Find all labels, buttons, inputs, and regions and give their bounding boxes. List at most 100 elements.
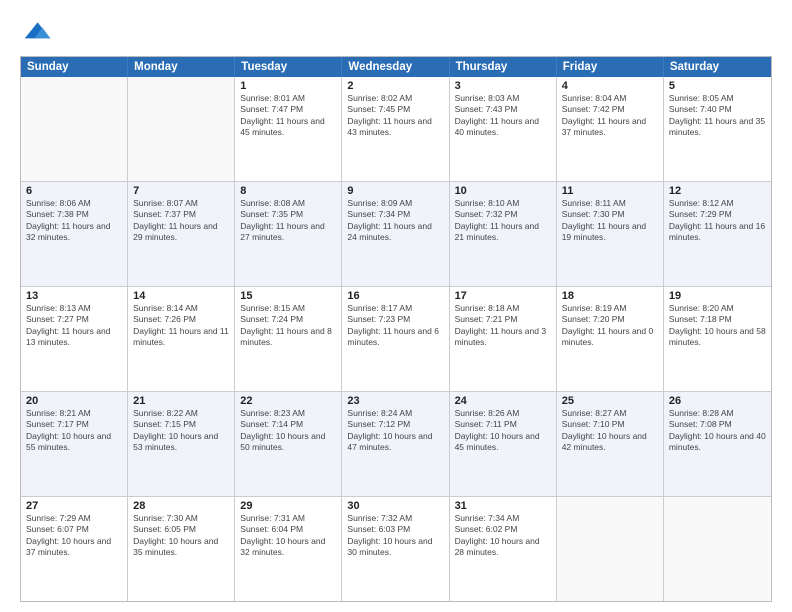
day-info: Sunrise: 7:32 AM Sunset: 6:03 PM Dayligh… xyxy=(347,513,443,559)
calendar-cell: 2Sunrise: 8:02 AM Sunset: 7:45 PM Daylig… xyxy=(342,77,449,181)
calendar-cell: 23Sunrise: 8:24 AM Sunset: 7:12 PM Dayli… xyxy=(342,392,449,496)
calendar: SundayMondayTuesdayWednesdayThursdayFrid… xyxy=(20,56,772,602)
day-number: 18 xyxy=(562,290,658,302)
day-info: Sunrise: 8:12 AM Sunset: 7:29 PM Dayligh… xyxy=(669,198,766,244)
day-number: 23 xyxy=(347,395,443,407)
calendar-cell: 19Sunrise: 8:20 AM Sunset: 7:18 PM Dayli… xyxy=(664,287,771,391)
calendar-week: 13Sunrise: 8:13 AM Sunset: 7:27 PM Dayli… xyxy=(21,286,771,391)
day-info: Sunrise: 8:15 AM Sunset: 7:24 PM Dayligh… xyxy=(240,303,336,349)
day-number: 29 xyxy=(240,500,336,512)
calendar-cell: 6Sunrise: 8:06 AM Sunset: 7:38 PM Daylig… xyxy=(21,182,128,286)
calendar-cell: 1Sunrise: 8:01 AM Sunset: 7:47 PM Daylig… xyxy=(235,77,342,181)
calendar-cell xyxy=(664,497,771,601)
day-number: 28 xyxy=(133,500,229,512)
calendar-day-header: Friday xyxy=(557,57,664,77)
day-info: Sunrise: 7:30 AM Sunset: 6:05 PM Dayligh… xyxy=(133,513,229,559)
day-number: 19 xyxy=(669,290,766,302)
day-number: 15 xyxy=(240,290,336,302)
day-number: 27 xyxy=(26,500,122,512)
calendar-header: SundayMondayTuesdayWednesdayThursdayFrid… xyxy=(21,57,771,77)
day-info: Sunrise: 8:20 AM Sunset: 7:18 PM Dayligh… xyxy=(669,303,766,349)
day-info: Sunrise: 8:23 AM Sunset: 7:14 PM Dayligh… xyxy=(240,408,336,454)
calendar-cell: 4Sunrise: 8:04 AM Sunset: 7:42 PM Daylig… xyxy=(557,77,664,181)
calendar-cell xyxy=(21,77,128,181)
calendar-cell: 25Sunrise: 8:27 AM Sunset: 7:10 PM Dayli… xyxy=(557,392,664,496)
calendar-cell: 8Sunrise: 8:08 AM Sunset: 7:35 PM Daylig… xyxy=(235,182,342,286)
calendar-cell: 28Sunrise: 7:30 AM Sunset: 6:05 PM Dayli… xyxy=(128,497,235,601)
day-info: Sunrise: 8:24 AM Sunset: 7:12 PM Dayligh… xyxy=(347,408,443,454)
calendar-body: 1Sunrise: 8:01 AM Sunset: 7:47 PM Daylig… xyxy=(21,77,771,601)
calendar-cell: 11Sunrise: 8:11 AM Sunset: 7:30 PM Dayli… xyxy=(557,182,664,286)
calendar-week: 27Sunrise: 7:29 AM Sunset: 6:07 PM Dayli… xyxy=(21,496,771,601)
day-number: 21 xyxy=(133,395,229,407)
day-info: Sunrise: 8:09 AM Sunset: 7:34 PM Dayligh… xyxy=(347,198,443,244)
day-number: 13 xyxy=(26,290,122,302)
day-number: 3 xyxy=(455,80,551,92)
calendar-cell: 26Sunrise: 8:28 AM Sunset: 7:08 PM Dayli… xyxy=(664,392,771,496)
day-info: Sunrise: 8:10 AM Sunset: 7:32 PM Dayligh… xyxy=(455,198,551,244)
day-number: 2 xyxy=(347,80,443,92)
day-number: 11 xyxy=(562,185,658,197)
day-info: Sunrise: 8:01 AM Sunset: 7:47 PM Dayligh… xyxy=(240,93,336,139)
day-number: 17 xyxy=(455,290,551,302)
day-info: Sunrise: 8:04 AM Sunset: 7:42 PM Dayligh… xyxy=(562,93,658,139)
day-number: 7 xyxy=(133,185,229,197)
calendar-cell: 31Sunrise: 7:34 AM Sunset: 6:02 PM Dayli… xyxy=(450,497,557,601)
page-header xyxy=(20,16,772,48)
day-info: Sunrise: 8:21 AM Sunset: 7:17 PM Dayligh… xyxy=(26,408,122,454)
day-number: 8 xyxy=(240,185,336,197)
calendar-day-header: Sunday xyxy=(21,57,128,77)
calendar-cell: 13Sunrise: 8:13 AM Sunset: 7:27 PM Dayli… xyxy=(21,287,128,391)
calendar-cell: 14Sunrise: 8:14 AM Sunset: 7:26 PM Dayli… xyxy=(128,287,235,391)
day-info: Sunrise: 8:18 AM Sunset: 7:21 PM Dayligh… xyxy=(455,303,551,349)
calendar-cell: 18Sunrise: 8:19 AM Sunset: 7:20 PM Dayli… xyxy=(557,287,664,391)
day-info: Sunrise: 8:11 AM Sunset: 7:30 PM Dayligh… xyxy=(562,198,658,244)
calendar-cell: 10Sunrise: 8:10 AM Sunset: 7:32 PM Dayli… xyxy=(450,182,557,286)
calendar-cell: 27Sunrise: 7:29 AM Sunset: 6:07 PM Dayli… xyxy=(21,497,128,601)
day-info: Sunrise: 8:28 AM Sunset: 7:08 PM Dayligh… xyxy=(669,408,766,454)
day-number: 5 xyxy=(669,80,766,92)
calendar-cell: 9Sunrise: 8:09 AM Sunset: 7:34 PM Daylig… xyxy=(342,182,449,286)
day-number: 16 xyxy=(347,290,443,302)
day-info: Sunrise: 8:27 AM Sunset: 7:10 PM Dayligh… xyxy=(562,408,658,454)
day-number: 31 xyxy=(455,500,551,512)
day-info: Sunrise: 8:22 AM Sunset: 7:15 PM Dayligh… xyxy=(133,408,229,454)
calendar-week: 20Sunrise: 8:21 AM Sunset: 7:17 PM Dayli… xyxy=(21,391,771,496)
day-number: 9 xyxy=(347,185,443,197)
day-number: 24 xyxy=(455,395,551,407)
day-info: Sunrise: 8:08 AM Sunset: 7:35 PM Dayligh… xyxy=(240,198,336,244)
calendar-cell: 21Sunrise: 8:22 AM Sunset: 7:15 PM Dayli… xyxy=(128,392,235,496)
day-number: 20 xyxy=(26,395,122,407)
day-info: Sunrise: 7:29 AM Sunset: 6:07 PM Dayligh… xyxy=(26,513,122,559)
calendar-week: 6Sunrise: 8:06 AM Sunset: 7:38 PM Daylig… xyxy=(21,181,771,286)
day-number: 4 xyxy=(562,80,658,92)
logo xyxy=(20,16,56,48)
day-info: Sunrise: 8:17 AM Sunset: 7:23 PM Dayligh… xyxy=(347,303,443,349)
day-number: 10 xyxy=(455,185,551,197)
calendar-cell: 30Sunrise: 7:32 AM Sunset: 6:03 PM Dayli… xyxy=(342,497,449,601)
calendar-cell: 15Sunrise: 8:15 AM Sunset: 7:24 PM Dayli… xyxy=(235,287,342,391)
calendar-cell: 7Sunrise: 8:07 AM Sunset: 7:37 PM Daylig… xyxy=(128,182,235,286)
day-number: 25 xyxy=(562,395,658,407)
day-number: 22 xyxy=(240,395,336,407)
day-number: 6 xyxy=(26,185,122,197)
calendar-cell: 16Sunrise: 8:17 AM Sunset: 7:23 PM Dayli… xyxy=(342,287,449,391)
calendar-cell: 17Sunrise: 8:18 AM Sunset: 7:21 PM Dayli… xyxy=(450,287,557,391)
day-info: Sunrise: 8:03 AM Sunset: 7:43 PM Dayligh… xyxy=(455,93,551,139)
day-number: 30 xyxy=(347,500,443,512)
calendar-cell xyxy=(128,77,235,181)
day-number: 12 xyxy=(669,185,766,197)
calendar-cell: 29Sunrise: 7:31 AM Sunset: 6:04 PM Dayli… xyxy=(235,497,342,601)
day-number: 26 xyxy=(669,395,766,407)
calendar-cell: 24Sunrise: 8:26 AM Sunset: 7:11 PM Dayli… xyxy=(450,392,557,496)
day-number: 1 xyxy=(240,80,336,92)
calendar-cell xyxy=(557,497,664,601)
day-info: Sunrise: 8:06 AM Sunset: 7:38 PM Dayligh… xyxy=(26,198,122,244)
day-info: Sunrise: 8:02 AM Sunset: 7:45 PM Dayligh… xyxy=(347,93,443,139)
logo-icon xyxy=(20,16,52,48)
calendar-cell: 22Sunrise: 8:23 AM Sunset: 7:14 PM Dayli… xyxy=(235,392,342,496)
day-info: Sunrise: 8:26 AM Sunset: 7:11 PM Dayligh… xyxy=(455,408,551,454)
calendar-cell: 5Sunrise: 8:05 AM Sunset: 7:40 PM Daylig… xyxy=(664,77,771,181)
day-info: Sunrise: 8:07 AM Sunset: 7:37 PM Dayligh… xyxy=(133,198,229,244)
day-number: 14 xyxy=(133,290,229,302)
